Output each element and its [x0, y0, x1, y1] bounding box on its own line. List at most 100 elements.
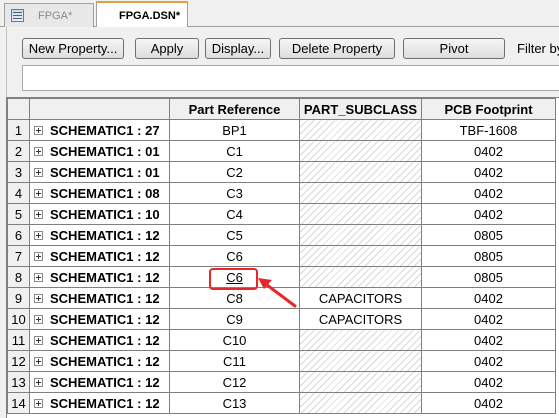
- expand-plus-icon[interactable]: [34, 293, 43, 303]
- expand-plus-icon[interactable]: [34, 251, 43, 261]
- row-name-cell[interactable]: SCHEMATIC1 : 12: [29, 224, 170, 246]
- row-number[interactable]: 11: [7, 329, 30, 351]
- row-number[interactable]: 12: [7, 350, 30, 372]
- part-subclass-cell[interactable]: [299, 182, 422, 204]
- row-name-cell[interactable]: SCHEMATIC1 : 12: [29, 371, 170, 393]
- display-button[interactable]: Display...: [205, 38, 271, 59]
- part-subclass-cell[interactable]: [299, 329, 422, 351]
- table-row[interactable]: 3 SCHEMATIC1 : 01 C2 0402: [7, 161, 556, 183]
- column-header-name[interactable]: [29, 98, 170, 120]
- pivot-button[interactable]: Pivot: [403, 38, 505, 59]
- pcb-footprint-cell[interactable]: 0402: [421, 350, 556, 372]
- column-header-part-subclass[interactable]: PART_SUBCLASS: [299, 98, 422, 120]
- corner-cell[interactable]: [7, 98, 30, 120]
- row-number[interactable]: 1: [7, 119, 30, 141]
- row-name-cell[interactable]: SCHEMATIC1 : 01: [29, 161, 170, 183]
- part-subclass-cell[interactable]: [299, 224, 422, 246]
- expand-plus-icon[interactable]: [34, 356, 43, 366]
- row-number[interactable]: 13: [7, 371, 30, 393]
- row-name-cell[interactable]: SCHEMATIC1 : 12: [29, 329, 170, 351]
- expand-plus-icon[interactable]: [34, 272, 43, 282]
- part-subclass-cell[interactable]: [299, 245, 422, 267]
- part-subclass-cell[interactable]: [299, 119, 422, 141]
- pcb-footprint-cell[interactable]: 0402: [421, 140, 556, 162]
- apply-button[interactable]: Apply: [135, 38, 199, 59]
- row-number[interactable]: 9: [7, 287, 30, 309]
- pcb-footprint-cell[interactable]: 0805: [421, 224, 556, 246]
- row-name-cell[interactable]: SCHEMATIC1 : 08: [29, 182, 170, 204]
- row-name-cell[interactable]: SCHEMATIC1 : 12: [29, 308, 170, 330]
- column-header-part-reference[interactable]: Part Reference: [169, 98, 300, 120]
- part-reference-cell[interactable]: C12: [169, 371, 300, 393]
- pcb-footprint-cell[interactable]: 0402: [421, 392, 556, 414]
- part-reference-cell[interactable]: C6: [169, 245, 300, 267]
- table-row[interactable]: 6 SCHEMATIC1 : 12 C5 0805: [7, 224, 556, 246]
- expand-plus-icon[interactable]: [34, 125, 43, 135]
- part-reference-cell[interactable]: C2: [169, 161, 300, 183]
- row-number[interactable]: 5: [7, 203, 30, 225]
- pcb-footprint-cell[interactable]: 0402: [421, 371, 556, 393]
- table-row[interactable]: 11 SCHEMATIC1 : 12 C10 0402: [7, 329, 556, 351]
- pcb-footprint-cell[interactable]: 0402: [421, 161, 556, 183]
- pcb-footprint-cell[interactable]: 0805: [421, 266, 556, 288]
- expand-plus-icon[interactable]: [34, 188, 43, 198]
- expand-plus-icon[interactable]: [34, 167, 43, 177]
- new-property-button[interactable]: New Property...: [22, 38, 124, 59]
- row-number[interactable]: 3: [7, 161, 30, 183]
- row-name-cell[interactable]: SCHEMATIC1 : 12: [29, 287, 170, 309]
- table-row[interactable]: 4 SCHEMATIC1 : 08 C3 0402: [7, 182, 556, 204]
- expand-plus-icon[interactable]: [34, 335, 43, 345]
- part-reference-cell[interactable]: C1: [169, 140, 300, 162]
- tab-fpga[interactable]: FPGA*: [4, 3, 94, 27]
- pcb-footprint-cell[interactable]: TBF-1608: [421, 119, 556, 141]
- delete-property-button[interactable]: Delete Property: [279, 38, 395, 59]
- table-row[interactable]: 7 SCHEMATIC1 : 12 C6 0805: [7, 245, 556, 267]
- expand-plus-icon[interactable]: [34, 398, 43, 408]
- pcb-footprint-cell[interactable]: 0805: [421, 245, 556, 267]
- part-reference-cell[interactable]: BP1: [169, 119, 300, 141]
- part-subclass-cell[interactable]: CAPACITORS: [299, 308, 422, 330]
- part-subclass-cell[interactable]: CAPACITORS: [299, 287, 422, 309]
- expand-plus-icon[interactable]: [34, 209, 43, 219]
- row-name-cell[interactable]: SCHEMATIC1 : 12: [29, 245, 170, 267]
- table-row[interactable]: 2 SCHEMATIC1 : 01 C1 0402: [7, 140, 556, 162]
- part-reference-cell[interactable]: C3: [169, 182, 300, 204]
- table-row[interactable]: 14 SCHEMATIC1 : 12 C13 0402: [7, 392, 556, 414]
- row-number[interactable]: 8: [7, 266, 30, 288]
- row-number[interactable]: 2: [7, 140, 30, 162]
- part-subclass-cell[interactable]: [299, 392, 422, 414]
- pcb-footprint-cell[interactable]: 0402: [421, 308, 556, 330]
- row-number[interactable]: 14: [7, 392, 30, 414]
- part-subclass-cell[interactable]: [299, 371, 422, 393]
- part-subclass-cell[interactable]: [299, 161, 422, 183]
- part-subclass-cell[interactable]: [299, 266, 422, 288]
- row-number[interactable]: 6: [7, 224, 30, 246]
- pcb-footprint-cell[interactable]: 0402: [421, 287, 556, 309]
- table-row[interactable]: 1 SCHEMATIC1 : 27 BP1 TBF-1608: [7, 119, 556, 141]
- row-name-cell[interactable]: SCHEMATIC1 : 12: [29, 266, 170, 288]
- row-name-cell[interactable]: SCHEMATIC1 : 01: [29, 140, 170, 162]
- table-row[interactable]: 12 SCHEMATIC1 : 12 C11 0402: [7, 350, 556, 372]
- formula-edit-field[interactable]: [22, 65, 559, 91]
- row-name-cell[interactable]: SCHEMATIC1 : 27: [29, 119, 170, 141]
- pcb-footprint-cell[interactable]: 0402: [421, 182, 556, 204]
- row-name-cell[interactable]: SCHEMATIC1 : 10: [29, 203, 170, 225]
- table-row[interactable]: 13 SCHEMATIC1 : 12 C12 0402: [7, 371, 556, 393]
- tab-fpga-dsn[interactable]: FPGA.DSN*: [96, 1, 188, 28]
- expand-plus-icon[interactable]: [34, 314, 43, 324]
- pcb-footprint-cell[interactable]: 0402: [421, 203, 556, 225]
- table-row[interactable]: 5 SCHEMATIC1 : 10 C4 0402: [7, 203, 556, 225]
- part-subclass-cell[interactable]: [299, 203, 422, 225]
- part-reference-cell[interactable]: C5: [169, 224, 300, 246]
- pcb-footprint-cell[interactable]: 0402: [421, 329, 556, 351]
- expand-plus-icon[interactable]: [34, 146, 43, 156]
- expand-plus-icon[interactable]: [34, 230, 43, 240]
- part-reference-cell[interactable]: C13: [169, 392, 300, 414]
- row-name-cell[interactable]: SCHEMATIC1 : 12: [29, 392, 170, 414]
- row-name-cell[interactable]: SCHEMATIC1 : 12: [29, 350, 170, 372]
- row-number[interactable]: 7: [7, 245, 30, 267]
- part-subclass-cell[interactable]: [299, 140, 422, 162]
- column-header-pcb-footprint[interactable]: PCB Footprint: [421, 98, 556, 120]
- row-number[interactable]: 4: [7, 182, 30, 204]
- expand-plus-icon[interactable]: [34, 377, 43, 387]
